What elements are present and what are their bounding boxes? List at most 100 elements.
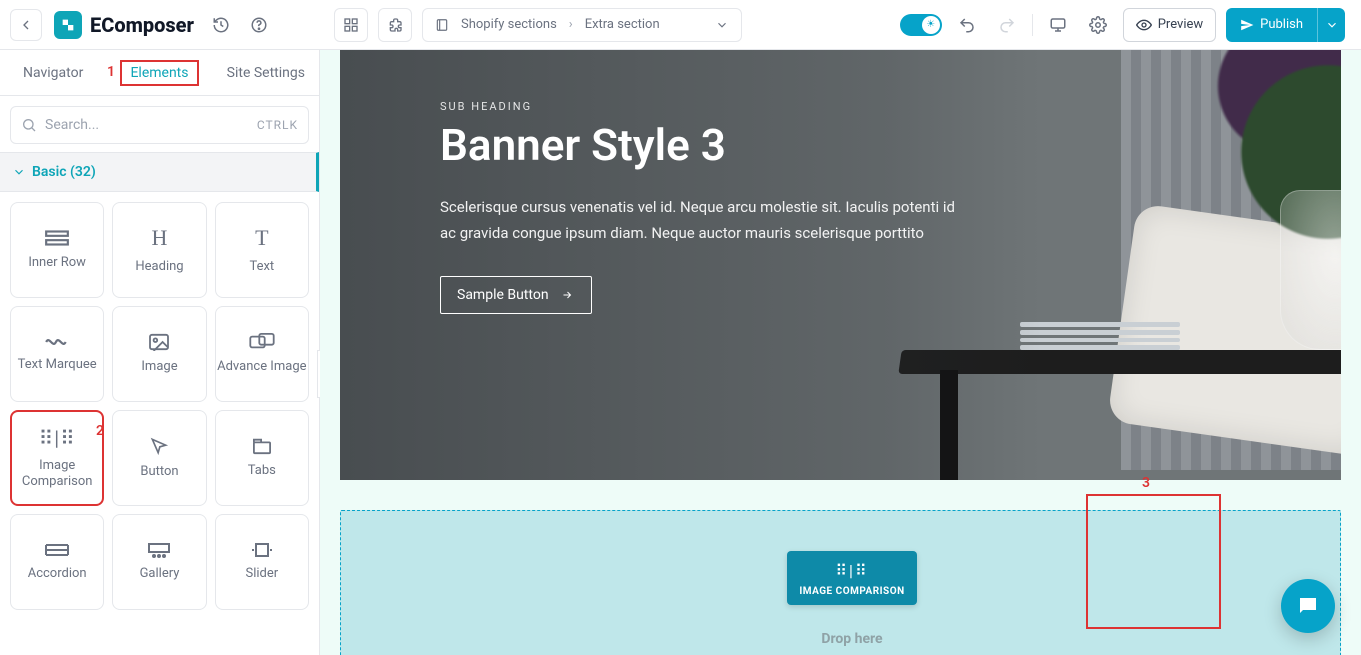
topbar: EComposer Shopify sections › Extra secti… xyxy=(0,0,1361,50)
send-icon xyxy=(1240,18,1254,32)
help-button[interactable] xyxy=(244,10,274,40)
compare-icon: ⠿|⠿ xyxy=(39,426,76,450)
accordion-icon xyxy=(44,542,70,558)
element-label: Heading xyxy=(135,259,183,275)
puzzle-icon xyxy=(387,17,403,33)
tab-site-settings[interactable]: Site Settings xyxy=(213,50,319,95)
element-advance-image[interactable]: Advance Image xyxy=(215,306,309,402)
desktop-icon xyxy=(1049,16,1067,34)
cursor-icon xyxy=(149,436,169,456)
tab-navigator[interactable]: Navigator xyxy=(0,50,106,95)
gear-icon xyxy=(1089,16,1107,34)
element-label: Text xyxy=(249,259,274,275)
undo-icon xyxy=(958,16,976,34)
group-basic-label: Basic (32) xyxy=(32,164,96,180)
breadcrumb-page: Extra section xyxy=(585,17,660,32)
element-label: Advance Image xyxy=(217,359,306,375)
chevron-down-icon xyxy=(12,165,26,179)
chat-icon xyxy=(1296,594,1320,618)
element-text-marquee[interactable]: Text Marquee xyxy=(10,306,104,402)
tab-elements-label: Elements xyxy=(120,60,198,86)
publish-caret-button[interactable] xyxy=(1317,8,1345,42)
element-image[interactable]: Image xyxy=(112,306,206,402)
group-basic-toggle[interactable]: Basic (32) xyxy=(0,152,319,192)
breadcrumb-section: Shopify sections xyxy=(461,17,557,32)
compare-icon: ⠿|⠿ xyxy=(795,561,909,580)
element-tabs[interactable]: Tabs xyxy=(215,410,309,506)
publish-button[interactable]: Publish xyxy=(1226,8,1317,42)
topbar-left: EComposer xyxy=(0,9,320,41)
element-heading[interactable]: H Heading xyxy=(112,202,206,298)
drag-preview-label: IMAGE COMPARISON xyxy=(795,586,909,597)
sidebar-tabs: Navigator Elements Site Settings xyxy=(0,50,319,96)
banner-sample-button[interactable]: Sample Button xyxy=(440,276,592,314)
elements-grid: Inner Row H Heading T Text Text Marquee … xyxy=(0,192,319,610)
sun-icon: ☀ xyxy=(922,16,940,34)
topbar-right: ☀ Preview Publish xyxy=(884,8,1361,42)
gallery-icon xyxy=(147,542,171,558)
tab-elements[interactable]: Elements xyxy=(106,50,212,95)
element-label: Accordion xyxy=(28,566,87,582)
drag-preview-badge[interactable]: ⠿|⠿ IMAGE COMPARISON xyxy=(787,551,917,605)
banner-section[interactable]: SUB HEADING Banner Style 3 Scelerisque c… xyxy=(340,50,1341,480)
search-kbd: CTRLK xyxy=(257,118,298,132)
element-slider[interactable]: Slider xyxy=(215,514,309,610)
publish-group: Publish xyxy=(1226,8,1345,42)
breadcrumb[interactable]: Shopify sections › Extra section xyxy=(422,8,742,42)
undo-button[interactable] xyxy=(952,10,982,40)
page-icon xyxy=(435,18,449,32)
element-image-comparison[interactable]: ⠿|⠿ Image Comparison xyxy=(10,410,104,506)
back-button[interactable] xyxy=(10,9,42,41)
theme-toggle[interactable]: ☀ xyxy=(900,14,942,36)
layout-grid-button[interactable] xyxy=(334,8,368,42)
wave-icon xyxy=(44,335,70,349)
canvas[interactable]: SUB HEADING Banner Style 3 Scelerisque c… xyxy=(320,50,1361,655)
element-inner-row[interactable]: Inner Row xyxy=(10,202,104,298)
arrow-left-icon xyxy=(18,17,34,33)
tab-navigator-label: Navigator xyxy=(23,65,83,81)
dropzone[interactable]: ⠿|⠿ IMAGE COMPARISON Drop here xyxy=(340,510,1341,655)
divider xyxy=(1032,14,1033,36)
logo-mark-icon xyxy=(54,11,82,39)
slider-icon xyxy=(250,542,274,558)
chevron-down-icon xyxy=(715,18,729,32)
banner-button-label: Sample Button xyxy=(457,287,549,303)
search-input[interactable]: Search... CTRLK xyxy=(10,106,309,144)
element-text[interactable]: T Text xyxy=(215,202,309,298)
element-label: Inner Row xyxy=(28,255,86,271)
banner-content: SUB HEADING Banner Style 3 Scelerisque c… xyxy=(440,100,960,314)
chat-fab[interactable] xyxy=(1281,579,1335,633)
settings-button[interactable] xyxy=(1083,10,1113,40)
banner-subheading[interactable]: SUB HEADING xyxy=(440,100,960,113)
history-icon xyxy=(212,16,230,34)
element-button[interactable]: Button xyxy=(112,410,206,506)
publish-label: Publish xyxy=(1260,17,1303,32)
element-label: Slider xyxy=(245,566,278,582)
element-label: Image Comparison xyxy=(12,458,102,489)
grid-icon xyxy=(343,17,359,33)
element-gallery[interactable]: Gallery xyxy=(112,514,206,610)
chevron-right-icon: › xyxy=(569,17,573,32)
preview-button[interactable]: Preview xyxy=(1123,8,1216,42)
preview-label: Preview xyxy=(1158,17,1203,32)
search-row: Search... CTRLK xyxy=(0,96,319,152)
arrow-right-icon xyxy=(559,289,575,301)
device-button[interactable] xyxy=(1043,10,1073,40)
tabs-icon xyxy=(251,437,273,455)
redo-icon xyxy=(998,16,1016,34)
redo-button[interactable] xyxy=(992,10,1022,40)
help-icon xyxy=(250,16,268,34)
history-button[interactable] xyxy=(206,10,236,40)
banner-title[interactable]: Banner Style 3 xyxy=(440,119,960,171)
extensions-button[interactable] xyxy=(378,8,412,42)
element-accordion[interactable]: Accordion xyxy=(10,514,104,610)
search-icon xyxy=(21,117,37,133)
app-name: EComposer xyxy=(90,13,194,37)
banner-description[interactable]: Scelerisque cursus venenatis vel id. Neq… xyxy=(440,195,960,246)
image-icon xyxy=(148,333,170,351)
tab-site-settings-label: Site Settings xyxy=(227,65,305,81)
app-logo[interactable]: EComposer xyxy=(50,11,198,39)
element-label: Text Marquee xyxy=(18,357,97,373)
element-label: Tabs xyxy=(248,463,276,479)
drop-inner: ⠿|⠿ IMAGE COMPARISON Drop here xyxy=(787,551,917,647)
